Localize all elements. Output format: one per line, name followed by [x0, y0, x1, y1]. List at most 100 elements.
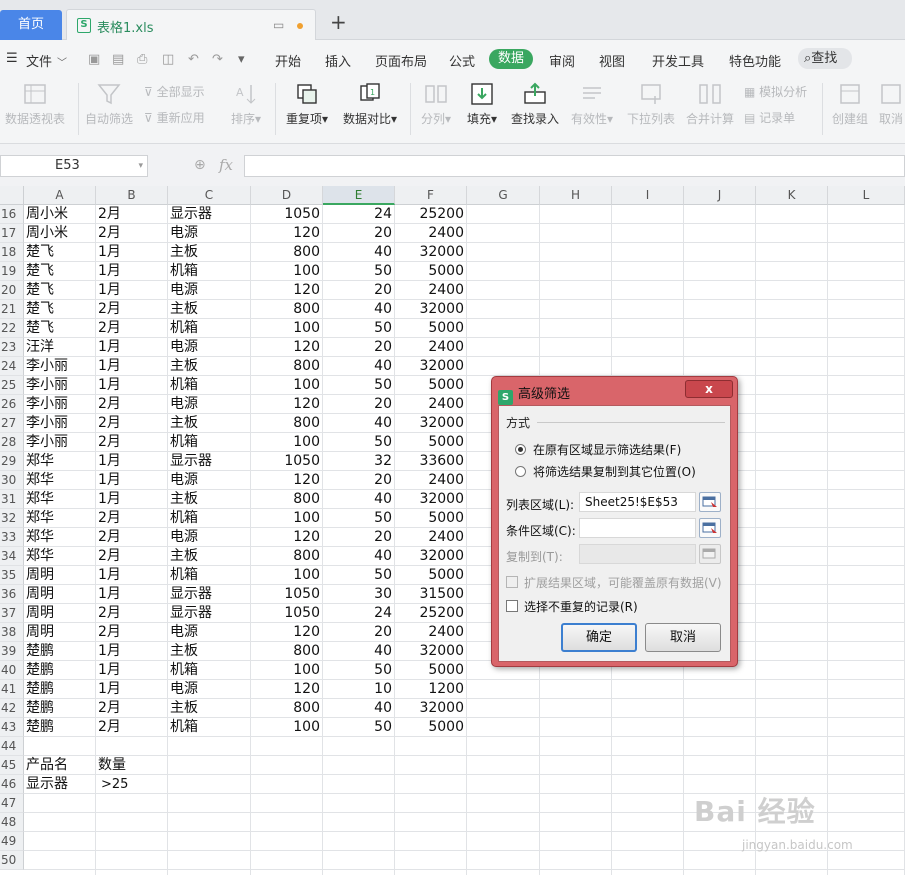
copy-to-picker-button[interactable] [699, 544, 721, 564]
cell-e41[interactable]: 10 [323, 680, 392, 699]
cell-c40[interactable]: 机箱 [170, 661, 198, 680]
cell-e40[interactable]: 50 [323, 661, 392, 680]
cell-b37[interactable]: 2月 [98, 604, 121, 623]
cell-f34[interactable]: 32000 [395, 547, 464, 566]
cell-f38[interactable]: 2400 [395, 623, 464, 642]
cell-f40[interactable]: 5000 [395, 661, 464, 680]
cell-b39[interactable]: 1月 [98, 642, 121, 661]
row-header[interactable]: 47 [0, 794, 24, 813]
cell-b27[interactable]: 2月 [98, 414, 121, 433]
cell-a30[interactable]: 郑华 [26, 471, 54, 490]
cell-d29[interactable]: 1050 [251, 452, 320, 471]
row-header[interactable]: 30 [0, 471, 24, 490]
cell-f28[interactable]: 5000 [395, 433, 464, 452]
cell-e39[interactable]: 40 [323, 642, 392, 661]
quick-access-dropdown-icon[interactable]: ▾ [238, 52, 245, 67]
cell-c24[interactable]: 主板 [170, 357, 198, 376]
cell-e18[interactable]: 40 [323, 243, 392, 262]
cell-c34[interactable]: 主板 [170, 547, 198, 566]
cell-f36[interactable]: 31500 [395, 585, 464, 604]
cell-b46[interactable]: >25 [101, 775, 128, 794]
cell-c27[interactable]: 主板 [170, 414, 198, 433]
cell-a41[interactable]: 楚鹏 [26, 680, 54, 699]
record-form-button[interactable]: ▤ 记录单 [744, 109, 795, 126]
row-header[interactable]: 38 [0, 623, 24, 642]
cell-d19[interactable]: 100 [251, 262, 320, 281]
search-button[interactable]: ⌕查找 [798, 48, 852, 69]
cell-b32[interactable]: 2月 [98, 509, 121, 528]
unique-records-label[interactable]: 选择不重复的记录(R) [524, 598, 638, 615]
cell-b35[interactable]: 1月 [98, 566, 121, 585]
row-header[interactable]: 34 [0, 547, 24, 566]
cell-a38[interactable]: 周明 [26, 623, 54, 642]
cell-a37[interactable]: 周明 [26, 604, 54, 623]
cell-f17[interactable]: 2400 [395, 224, 464, 243]
cell-c39[interactable]: 主板 [170, 642, 198, 661]
row-header[interactable]: 24 [0, 357, 24, 376]
cell-c37[interactable]: 显示器 [170, 604, 212, 623]
cell-d36[interactable]: 1050 [251, 585, 320, 604]
column-header[interactable]: H [540, 186, 612, 205]
cell-c29[interactable]: 显示器 [170, 452, 212, 471]
cell-b30[interactable]: 1月 [98, 471, 121, 490]
cell-f30[interactable]: 2400 [395, 471, 464, 490]
hamburger-icon[interactable]: ☰ [6, 51, 18, 66]
formula-input[interactable] [244, 155, 905, 177]
cell-d38[interactable]: 120 [251, 623, 320, 642]
name-box-dropdown-icon[interactable]: ▾ [138, 156, 143, 176]
create-group-button[interactable]: 创建组 [830, 82, 870, 127]
row-header[interactable]: 44 [0, 737, 24, 756]
cell-b16[interactable]: 2月 [98, 205, 121, 224]
menu-formula[interactable]: 公式 [449, 51, 475, 70]
print-icon[interactable]: ⎙ [137, 52, 147, 67]
cell-d20[interactable]: 120 [251, 281, 320, 300]
cell-b19[interactable]: 1月 [98, 262, 121, 281]
row-header[interactable]: 19 [0, 262, 24, 281]
cell-a17[interactable]: 周小米 [26, 224, 68, 243]
cell-b29[interactable]: 1月 [98, 452, 121, 471]
radio-filter-in-place-label[interactable]: 在原有区域显示筛选结果(F) [533, 441, 681, 458]
list-range-picker-button[interactable] [699, 492, 721, 512]
cell-e23[interactable]: 20 [323, 338, 392, 357]
row-header[interactable]: 25 [0, 376, 24, 395]
row-header[interactable]: 40 [0, 661, 24, 680]
cell-b21[interactable]: 2月 [98, 300, 121, 319]
monitor-icon[interactable]: ▭ [273, 18, 284, 32]
cell-a27[interactable]: 李小丽 [26, 414, 68, 433]
radio-filter-in-place[interactable] [515, 444, 526, 455]
cell-b17[interactable]: 2月 [98, 224, 121, 243]
cell-f27[interactable]: 32000 [395, 414, 464, 433]
column-header[interactable]: A [24, 186, 96, 205]
sheet-grid[interactable]: A B C D E F G H I J K L 16 周小米 2月 显示器 1050 24 25200 17 周小米 2月… [0, 186, 905, 875]
cell-c30[interactable]: 电源 [170, 471, 198, 490]
cell-e25[interactable]: 50 [323, 376, 392, 395]
cell-e34[interactable]: 40 [323, 547, 392, 566]
cell-f23[interactable]: 2400 [395, 338, 464, 357]
menu-data-active[interactable]: 数据 [489, 49, 534, 69]
cell-c42[interactable]: 主板 [170, 699, 198, 718]
cell-e36[interactable]: 30 [323, 585, 392, 604]
cell-f35[interactable]: 5000 [395, 566, 464, 585]
row-header[interactable]: 16 [0, 205, 24, 224]
cell-e21[interactable]: 40 [323, 300, 392, 319]
consolidate-button[interactable]: 合并计算 [686, 82, 734, 127]
cell-d40[interactable]: 100 [251, 661, 320, 680]
cell-c36[interactable]: 显示器 [170, 585, 212, 604]
chevron-down-icon[interactable]: ﹀ [57, 54, 67, 69]
row-header[interactable]: 36 [0, 585, 24, 604]
cell-b41[interactable]: 1月 [98, 680, 121, 699]
cell-c38[interactable]: 电源 [170, 623, 198, 642]
cell-d23[interactable]: 120 [251, 338, 320, 357]
cell-d42[interactable]: 800 [251, 699, 320, 718]
cell-e16[interactable]: 24 [323, 205, 392, 224]
cell-c35[interactable]: 机箱 [170, 566, 198, 585]
home-tab[interactable]: 首页 [0, 10, 62, 40]
column-header[interactable]: J [684, 186, 756, 205]
cell-e22[interactable]: 50 [323, 319, 392, 338]
cell-f29[interactable]: 33600 [395, 452, 464, 471]
cell-c23[interactable]: 电源 [170, 338, 198, 357]
cell-e29[interactable]: 32 [323, 452, 392, 471]
fill-button[interactable]: 填充▾ [465, 82, 499, 127]
validity-button[interactable]: 有效性▾ [569, 82, 615, 127]
name-box[interactable]: E53 ▾ [0, 155, 148, 177]
